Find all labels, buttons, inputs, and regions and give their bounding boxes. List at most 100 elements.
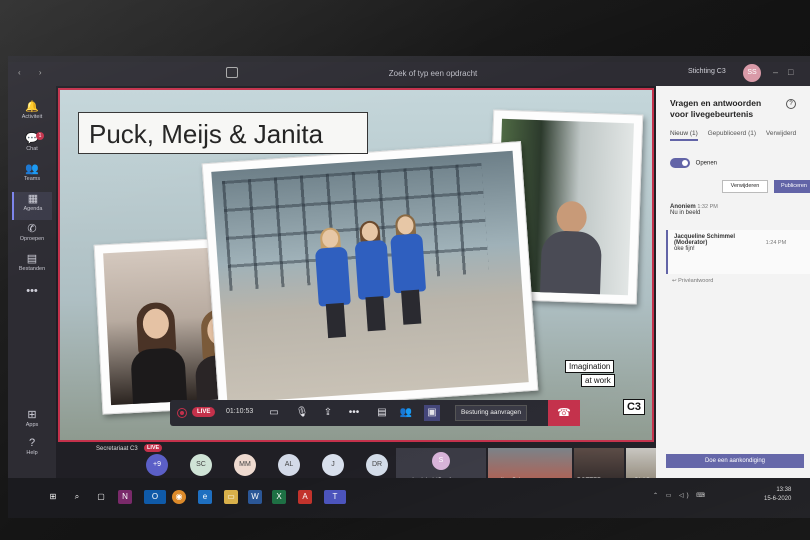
- task-view-icon[interactable]: ▢: [94, 490, 108, 504]
- camera-off-icon[interactable]: ▭: [266, 405, 282, 421]
- slide-title: Puck, Meijs & Janita: [78, 112, 368, 154]
- reply-time: 1:24 PM: [765, 240, 787, 246]
- onenote-icon[interactable]: N: [118, 490, 132, 504]
- tab-published[interactable]: Gepubliceerd (1): [708, 130, 756, 137]
- reply-card: Jacqueline Schimmel (Moderator) 1:24 PM …: [666, 230, 810, 274]
- rail-item-label: Chat: [26, 146, 38, 152]
- qa-icon[interactable]: ▣: [424, 405, 440, 421]
- reply-privately-link[interactable]: ↩ Privéantwoord: [672, 278, 810, 284]
- reply-author: Jacqueline Schimmel (Moderator): [674, 234, 736, 246]
- logo-mark: C3: [622, 399, 645, 415]
- system-tray-icons[interactable]: ⌃ ▭ ◁) ⌨: [653, 492, 708, 499]
- file-explorer-icon[interactable]: ▭: [224, 490, 238, 504]
- avatar[interactable]: SS: [743, 64, 761, 82]
- rail-item-label: Teams: [23, 176, 41, 182]
- compose-icon[interactable]: [226, 67, 238, 78]
- title-bar: ‹ › Zoek of typ een opdracht Stichting C…: [8, 62, 810, 86]
- files-icon: ▤: [26, 253, 38, 265]
- chrome-icon[interactable]: ◉: [172, 490, 186, 504]
- participant-avatar[interactable]: +9: [146, 454, 168, 476]
- photo-three-girls: [201, 141, 539, 413]
- rail-item-oproepen[interactable]: ✆ Oproepen: [12, 222, 52, 250]
- open-toggle-row: Openen: [670, 158, 717, 168]
- word-icon[interactable]: W: [248, 490, 262, 504]
- monitor-photo: ‹ › Zoek of typ een opdracht Stichting C…: [0, 0, 810, 540]
- windows-start-icon[interactable]: ⊞: [46, 490, 60, 504]
- reply-text: oke fijn!: [674, 246, 695, 252]
- windows-taskbar: ⊞ ⌕ ▢ N O ◉ e ▭ W X A T ⌃ ▭ ◁) ⌨ 13:38 1…: [8, 478, 810, 518]
- qa-panel: Vragen en antwoorden voor livegebeurteni…: [656, 86, 810, 478]
- delete-button[interactable]: Verwijderen: [722, 180, 768, 193]
- help-icon: ?: [28, 437, 36, 449]
- meeting-stage: Puck, Meijs & Janita Imagination at work…: [56, 86, 656, 478]
- clock-date: 15-6-2020: [764, 496, 792, 502]
- open-toggle-label: Openen: [695, 160, 718, 167]
- calendar-icon: ▦: [27, 193, 39, 205]
- more-icon: •••: [26, 285, 38, 297]
- request-control-button[interactable]: Besturing aanvragen: [455, 405, 527, 421]
- announce-button[interactable]: Doe een aankondiging: [666, 454, 804, 468]
- reply-item: Jacqueline Schimmel (Moderator) 1:24 PM …: [674, 234, 810, 252]
- shared-screen: Puck, Meijs & Janita Imagination at work…: [58, 88, 654, 442]
- edge-icon[interactable]: e: [198, 490, 212, 504]
- participant-avatar[interactable]: SC: [190, 454, 212, 476]
- rail-item-chat[interactable]: 💬 Chat 1: [12, 132, 52, 160]
- teams-taskbar-icon[interactable]: T: [324, 490, 346, 504]
- rail-item-teams[interactable]: 👥 Teams: [12, 162, 52, 190]
- participant-avatar[interactable]: AL: [278, 454, 300, 476]
- rail-item-help[interactable]: ? Help: [12, 436, 52, 464]
- window-controls-icon[interactable]: –□: [773, 67, 803, 77]
- system-clock[interactable]: 13:38 15-6-2020: [764, 486, 791, 504]
- participants-icon[interactable]: 👥: [398, 405, 414, 421]
- org-switcher[interactable]: Stichting C3: [688, 68, 726, 75]
- open-toggle[interactable]: [670, 158, 690, 168]
- live-badge: LIVE: [192, 407, 216, 417]
- outlook-icon[interactable]: O: [144, 490, 166, 504]
- meeting-timer: 01:10:53: [226, 408, 254, 415]
- rail-item-label: Oproepen: [19, 236, 45, 242]
- rail-item-label: Agenda: [23, 206, 43, 212]
- more-actions-icon[interactable]: •••: [346, 405, 362, 421]
- chat-toggle-icon[interactable]: ▤: [374, 405, 390, 421]
- help-icon[interactable]: ?: [786, 99, 796, 109]
- record-icon: [178, 409, 186, 417]
- rail-item-more[interactable]: •••: [12, 284, 52, 312]
- participant-initial: S: [432, 452, 450, 470]
- question-item: Anoniem 1:32 PM Nu in beeld: [670, 204, 810, 216]
- question-text: Nu in beeld: [670, 210, 701, 216]
- phone-icon: ✆: [27, 223, 37, 235]
- search-icon[interactable]: ⌕: [70, 490, 84, 504]
- nav-arrows-icon[interactable]: ‹ ›: [18, 68, 50, 77]
- excel-icon[interactable]: X: [272, 490, 286, 504]
- hang-up-button[interactable]: ☎: [548, 400, 580, 426]
- teams-icon: 👥: [25, 163, 39, 175]
- clock-time: 13:38: [776, 487, 792, 493]
- qa-tabs: Nieuw (1) Gepubliceerd (1) Verwijderd: [670, 130, 804, 141]
- tab-deleted[interactable]: Verwijderd: [766, 130, 796, 137]
- logo-line2: at work: [581, 374, 615, 387]
- rail-item-activiteit[interactable]: 🔔 Activiteit: [12, 100, 52, 128]
- participant-avatar[interactable]: MM: [234, 454, 256, 476]
- acrobat-icon[interactable]: A: [298, 490, 312, 504]
- tab-new[interactable]: Nieuw (1): [670, 130, 698, 141]
- reply-privately-label: Privéantwoord: [678, 278, 714, 284]
- search-input[interactable]: Zoek of typ een opdracht: [318, 66, 548, 81]
- qa-title: Vragen en antwoorden voor livegebeurteni…: [670, 98, 762, 119]
- participant-avatar[interactable]: DR: [366, 454, 388, 476]
- rail-item-label: Bestanden: [18, 266, 46, 272]
- mic-off-icon[interactable]: 🎙: [294, 405, 310, 421]
- participant-avatar[interactable]: J: [322, 454, 344, 476]
- rail-item-bestanden[interactable]: ▤ Bestanden: [12, 252, 52, 280]
- rail-item-apps[interactable]: ⊞ Apps: [12, 408, 52, 436]
- meeting-controls: LIVE 01:10:53 ▭ 🎙 ⇪ ••• ▤ 👥 ▣ Besturing …: [170, 400, 580, 426]
- question-time: 1:32 PM: [697, 204, 718, 210]
- logo-line1: Imagination: [565, 360, 615, 373]
- apps-icon: ⊞: [27, 409, 37, 421]
- teams-window: ‹ › Zoek of typ een opdracht Stichting C…: [8, 56, 810, 518]
- publish-button[interactable]: Publiceren: [774, 180, 810, 193]
- rail-item-agenda[interactable]: ▦ Agenda: [12, 192, 52, 220]
- notification-badge: 1: [36, 132, 44, 140]
- rail-item-label: Apps: [25, 422, 39, 428]
- chat-icon: 💬: [25, 133, 39, 145]
- share-screen-icon[interactable]: ⇪: [320, 405, 336, 421]
